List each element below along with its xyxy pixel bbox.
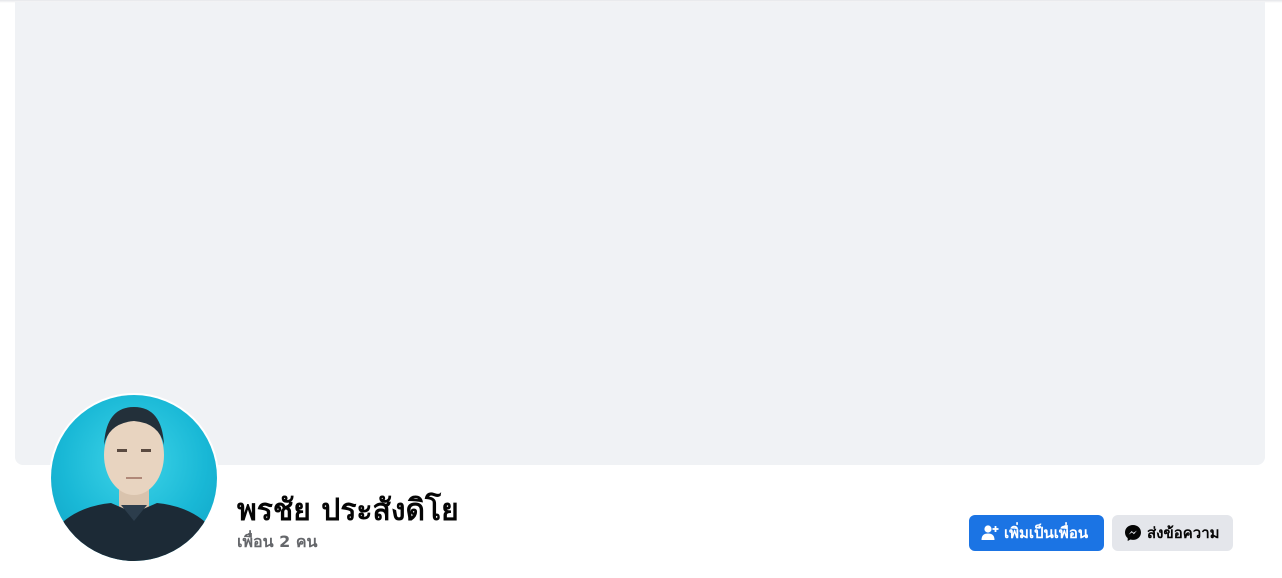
profile-name: พรชัย ประสังดิโย [237, 493, 459, 528]
add-friend-label: เพิ่มเป็นเพื่อน [1004, 524, 1089, 542]
profile-photo [51, 395, 217, 561]
send-message-button[interactable]: ส่งข้อความ [1112, 515, 1233, 551]
cover-photo[interactable] [15, 2, 1265, 465]
profile-photo-image [51, 407, 217, 561]
add-friend-icon [981, 524, 999, 542]
send-message-label: ส่งข้อความ [1147, 524, 1220, 542]
messenger-icon [1124, 524, 1142, 542]
profile-avatar[interactable] [49, 393, 219, 563]
friends-count[interactable]: เพื่อน 2 คน [237, 530, 317, 555]
add-friend-button[interactable]: เพิ่มเป็นเพื่อน [969, 515, 1104, 551]
